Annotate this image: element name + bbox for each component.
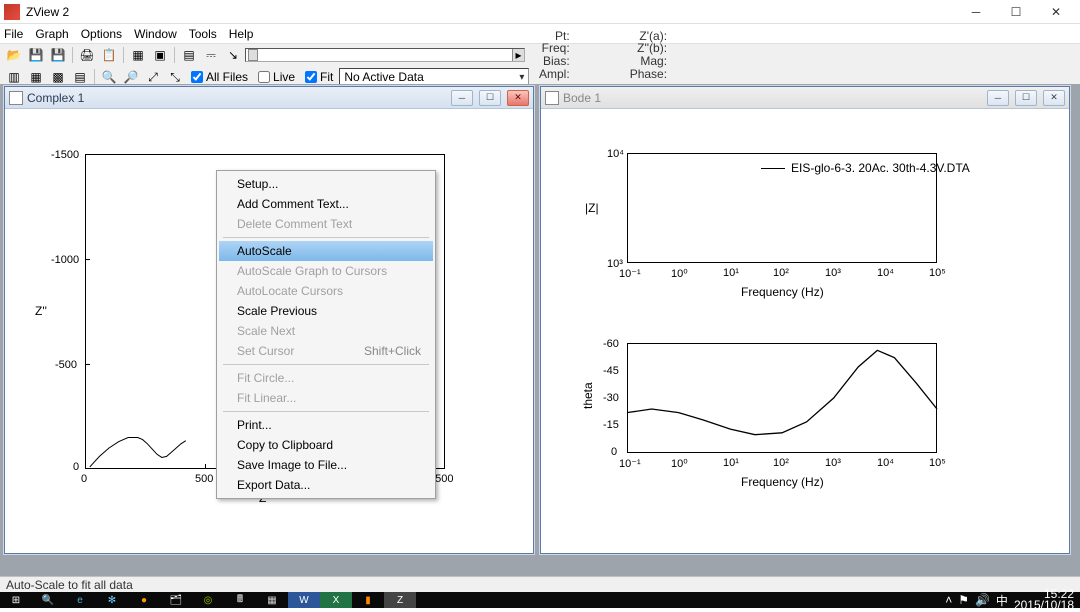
app-icon [4,4,20,20]
bode-plot[interactable]: 10⁴ 10³ |Z| EIS-glo-6-3. 20Ac. 30th-4.3V… [541,109,1069,553]
ctx-autolocate-cursors: AutoLocate Cursors [219,281,433,301]
label-phase: Phase: [630,68,667,81]
child-maximize-button[interactable]: ☐ [479,90,501,106]
menu-tools[interactable]: Tools [189,27,217,41]
label-ampl: Ampl: [539,68,570,81]
ie-icon[interactable]: e [64,592,96,608]
ctx-save-image-to-file-[interactable]: Save Image to File... [219,455,433,475]
menu-window[interactable]: Window [134,27,177,41]
window-complex-titlebar[interactable]: Complex 1 ─ ☐ ✕ [5,87,533,109]
window-bode: Bode 1 ─ ☐ ✕ 10⁴ 10³ |Z| EIS-glo-6-3. 20… [540,86,1070,554]
combo-value: No Active Data [344,70,423,84]
app-icon-1[interactable]: ✻ [96,592,128,608]
word-icon[interactable]: W [288,592,320,608]
live-checkbox[interactable]: Live [258,70,295,84]
window-bode-title: Bode 1 [563,91,601,105]
tool-icon[interactable]: ▤ [179,46,199,64]
excel-icon[interactable]: X [320,592,352,608]
grid-icon[interactable]: ▦ [128,46,148,64]
circuit-icon[interactable]: ⎓ [201,46,221,64]
menu-graph[interactable]: Graph [35,27,68,41]
range-slider[interactable]: ▸ [245,48,525,62]
slider-right[interactable]: ▸ [512,49,524,61]
menu-file[interactable]: File [4,27,23,41]
ctx-set-cursor: Set CursorShift+Click [219,341,433,361]
slider-thumb[interactable] [248,49,258,61]
ctx-scale-next: Scale Next [219,321,433,341]
fit-checkbox[interactable]: Fit [305,70,333,84]
child-minimize-button[interactable]: ─ [451,90,473,106]
app-icon-4[interactable]: ▦ [256,592,288,608]
readout-labels: Pt: Freq: Bias: Ampl: Z'(a): Z''(b): Mag… [539,30,667,80]
allfiles-checkbox[interactable]: All Files [191,70,248,84]
explorer-icon[interactable]: 🗂 [160,592,192,608]
minimize-button[interactable]: ─ [956,1,996,23]
window-bode-titlebar[interactable]: Bode 1 ─ ☐ ✕ [541,87,1069,109]
search-icon[interactable]: 🔍 [32,592,64,608]
toolbar-area: 📂 💾 💾 🖨 📋 ▦ ▣ ▤ ⎓ ↘ ▸ Pt: Freq: Bias: Am… [0,44,1080,89]
tray-arrow-icon[interactable]: ˄ [945,593,952,607]
ctx-setup-[interactable]: Setup... [219,174,433,194]
arrow-icon[interactable]: ↘ [223,46,243,64]
window-icon [545,91,559,105]
ctx-fit-linear-: Fit Linear... [219,388,433,408]
ctx-copy-to-clipboard[interactable]: Copy to Clipboard [219,435,433,455]
menu-help[interactable]: Help [229,27,254,41]
child-close-button[interactable]: ✕ [1043,90,1065,106]
ctx-scale-previous[interactable]: Scale Previous [219,301,433,321]
titlebar: ZView 2 ─ ☐ ✕ [0,0,1080,24]
statusbar: Auto-Scale to fit all data [0,576,1080,592]
ctx-fit-circle-: Fit Circle... [219,368,433,388]
app-icon-3[interactable]: ◎ [192,592,224,608]
ctx-autoscale[interactable]: AutoScale [219,241,433,261]
label-bias: Bias: [543,55,570,68]
mdi-client: Complex 1 ─ ☐ ✕ -1500 -1000 -500 0 0 500… [0,84,1080,576]
save-icon[interactable]: 💾 [26,46,46,64]
calc-icon[interactable]: 🖩 [224,592,256,608]
close-button[interactable]: ✕ [1036,1,1076,23]
label-mag: Mag: [640,55,667,68]
window-icon [9,91,23,105]
ime-indicator[interactable]: 中 [996,592,1008,609]
app-title: ZView 2 [26,5,956,19]
start-button[interactable]: ⊞ [0,592,32,608]
tray-icon[interactable]: 🔊 [975,593,990,607]
saveall-icon[interactable]: 💾 [48,46,68,64]
menu-options[interactable]: Options [81,27,122,41]
taskbar: ⊞ 🔍 e ✻ ● 🗂 ◎ 🖩 ▦ W X ▮ Z ˄ ⚑ 🔊 中 15:22 … [0,592,1080,608]
ctx-export-data-[interactable]: Export Data... [219,475,433,495]
status-text: Auto-Scale to fit all data [6,578,133,592]
window-complex-title: Complex 1 [27,91,84,105]
app-icon-2[interactable]: ● [128,592,160,608]
child-maximize-button[interactable]: ☐ [1015,90,1037,106]
tray-icon[interactable]: ⚑ [958,593,969,607]
copy-icon[interactable]: 📋 [99,46,119,64]
context-menu: Setup...Add Comment Text...Delete Commen… [216,170,436,499]
app-icon-5[interactable]: ▮ [352,592,384,608]
print-icon[interactable]: 🖨 [77,46,97,64]
zview-task-icon[interactable]: Z [384,592,416,608]
ctx-delete-comment-text: Delete Comment Text [219,214,433,234]
ctx-add-comment-text-[interactable]: Add Comment Text... [219,194,433,214]
overlay-icon[interactable]: ▣ [150,46,170,64]
child-close-button[interactable]: ✕ [507,90,529,106]
open-icon[interactable]: 📂 [4,46,24,64]
ctx-autoscale-graph-to-cursors: AutoScale Graph to Cursors [219,261,433,281]
ctx-print-[interactable]: Print... [219,415,433,435]
child-minimize-button[interactable]: ─ [987,90,1009,106]
maximize-button[interactable]: ☐ [996,1,1036,23]
bode-phase-series [541,109,1071,555]
